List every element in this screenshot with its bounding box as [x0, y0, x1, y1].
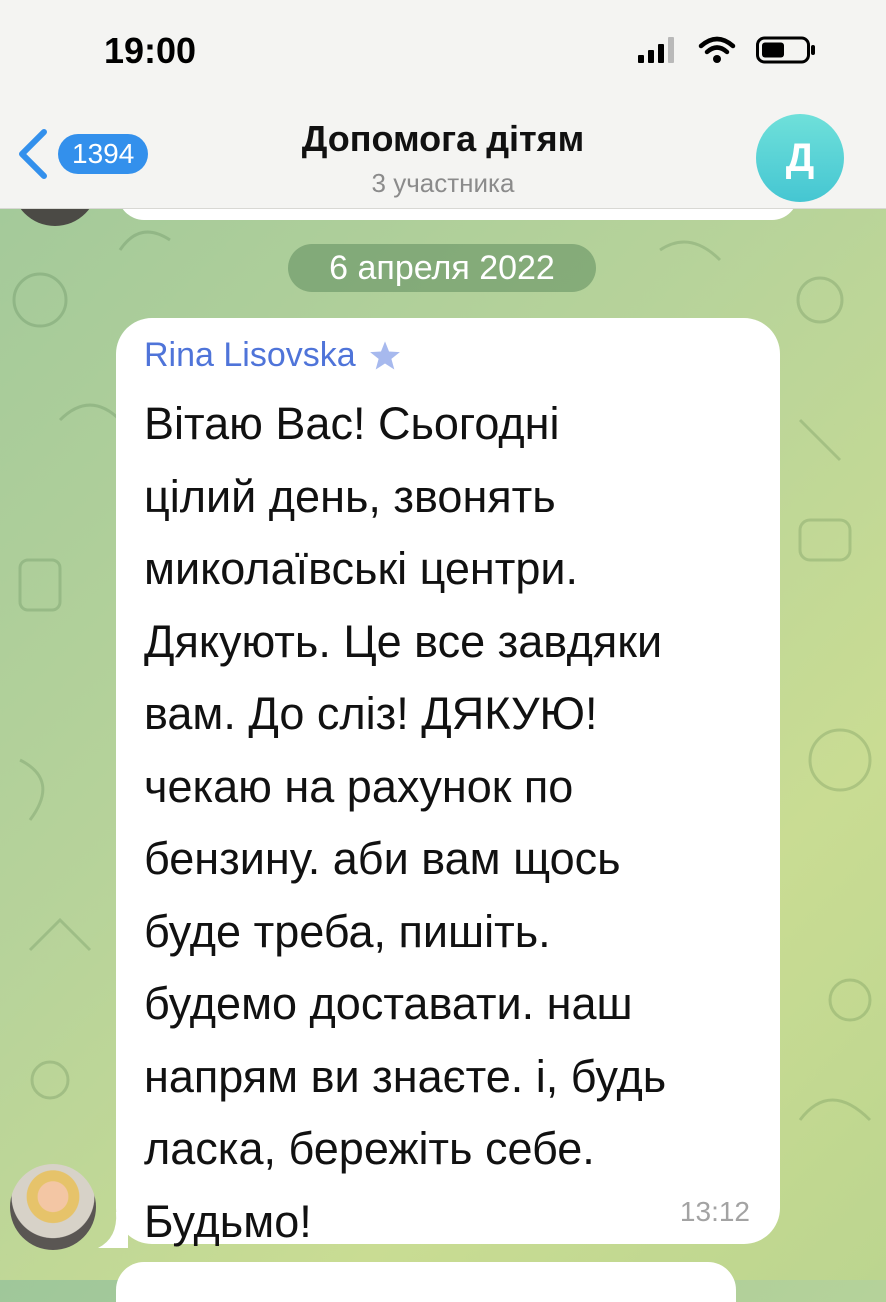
message-bubble[interactable]: Rina Lisovska Вітаю Вас! Сьогодні цілий …: [116, 318, 780, 1247]
signal-icon: [638, 37, 674, 63]
status-icons: [638, 36, 816, 64]
chat-title: Допомога дітям: [301, 118, 585, 159]
chat-subtitle: 3 участника: [371, 168, 515, 198]
sender-avatar[interactable]: [10, 1164, 96, 1250]
sender-name[interactable]: Rina Lisovska: [144, 336, 356, 375]
chat-title-area[interactable]: Допомога дітям 3 участника: [0, 118, 886, 199]
group-avatar[interactable]: Д: [756, 114, 844, 202]
status-time: 19:00: [104, 30, 197, 71]
star-icon: [369, 340, 400, 369]
date-separator: 6 апреля 2022: [288, 244, 596, 292]
message-time: 13:12: [679, 1196, 750, 1227]
wifi-icon: [698, 36, 736, 63]
sender-name-row[interactable]: Rina Lisovska: [144, 336, 402, 375]
battery-icon: [756, 36, 815, 64]
message-text: Вітаю Вас! Сьогодні цілий день, звонять …: [144, 398, 667, 1247]
next-message-bubble[interactable]: [116, 1262, 736, 1302]
chat-header: 19:00 1394 Допомога дітям 3 участника Д: [0, 0, 886, 209]
